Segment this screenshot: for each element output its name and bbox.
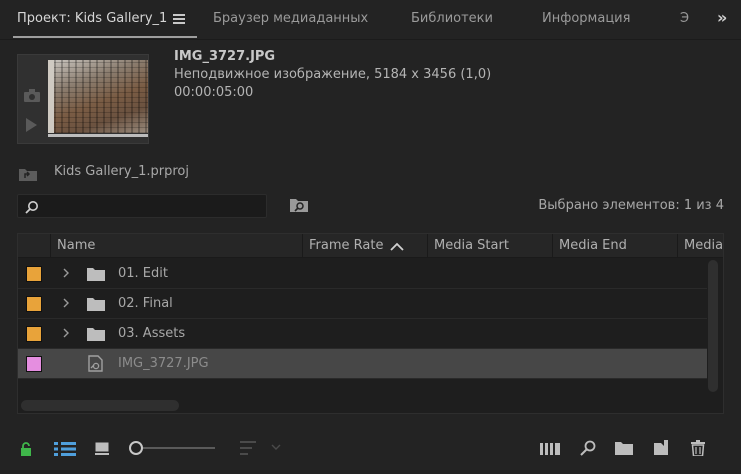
list-view-icon[interactable] [54,442,76,456]
sort-dropdown-chevron-icon[interactable] [271,444,281,450]
table-row[interactable]: 01. Edit [18,259,707,289]
table-row[interactable]: IMG_3727.JPG [18,349,707,379]
folder-icon [87,268,105,281]
row-name: 03. Assets [118,326,186,341]
project-items-table: Name Frame Rate Media Start Media End Me… [17,233,724,414]
tab-info[interactable]: Информация [542,11,630,26]
row-name: 02. Final [118,296,173,311]
project-path: Kids Gallery_1.prproj [54,164,189,179]
expand-chevron-icon[interactable] [62,328,70,338]
icon-view-icon[interactable] [95,442,109,455]
table-row[interactable]: 03. Assets [18,319,707,349]
new-item-icon[interactable] [654,440,668,455]
table-header: Name Frame Rate Media Start Media End Me… [18,234,723,258]
folder-icon [87,328,105,341]
zoom-slider-knob[interactable] [129,441,143,455]
tab-effects-truncated[interactable]: Э [680,11,689,26]
preview-clip-type: Неподвижное изображение, 5184 x 3456 (1,… [174,67,492,82]
label-color-swatch[interactable] [26,326,42,342]
preview-thumbnail[interactable] [48,60,148,133]
zoom-slider-track[interactable] [140,447,215,449]
active-tab-indicator [13,36,197,38]
folder-icon [87,298,105,311]
play-icon[interactable] [26,118,37,132]
column-label-color[interactable] [18,234,50,258]
selection-count: Выбрано элементов: 1 из 4 [538,198,724,213]
column-media-truncated[interactable]: Media [677,234,723,258]
label-color-swatch[interactable] [26,266,42,282]
search-input[interactable] [44,197,259,215]
create-search-bin-icon[interactable] [289,197,309,213]
expand-chevron-icon[interactable] [62,298,70,308]
tab-divider [0,39,741,40]
column-frame-rate[interactable]: Frame Rate [302,234,427,258]
tab-overflow-icon[interactable]: » [717,8,727,27]
row-name: 01. Edit [118,266,168,281]
trash-icon[interactable] [691,440,705,456]
tab-media-browser[interactable]: Браузер медиаданных [213,11,368,26]
vertical-scrollbar[interactable] [708,260,718,392]
preview-clip-name: IMG_3727.JPG [174,49,276,64]
sort-icon[interactable] [240,441,260,455]
horizontal-scrollbar[interactable] [21,400,179,411]
poster-frame-camera-icon[interactable] [24,89,40,102]
tab-project[interactable]: Проект: Kids Gallery_1 [17,11,167,26]
column-media-start[interactable]: Media Start [427,234,552,258]
search-box[interactable] [17,194,267,218]
label-color-swatch[interactable] [26,356,42,372]
sort-ascending-icon[interactable] [390,242,404,251]
still-image-icon [88,355,103,372]
new-bin-icon[interactable] [615,441,633,455]
project-up-icon[interactable] [18,166,38,182]
find-icon[interactable] [580,440,596,456]
label-color-swatch[interactable] [26,296,42,312]
panel-menu-icon[interactable] [173,14,185,25]
expand-chevron-icon[interactable] [62,268,70,278]
preview-scrub-bar[interactable] [48,134,148,137]
table-row[interactable]: 02. Final [18,289,707,319]
column-media-end[interactable]: Media End [552,234,677,258]
preview-clip-duration: 00:00:05:00 [174,85,254,100]
lock-icon[interactable] [20,442,32,456]
tab-libraries[interactable]: Библиотеки [411,11,493,26]
search-icon [25,201,38,214]
automate-to-sequence-icon[interactable] [540,442,560,455]
column-name[interactable]: Name [50,234,302,258]
row-name: IMG_3727.JPG [118,356,209,371]
panel-tab-bar: Проект: Kids Gallery_1 Браузер медиаданн… [0,0,741,40]
